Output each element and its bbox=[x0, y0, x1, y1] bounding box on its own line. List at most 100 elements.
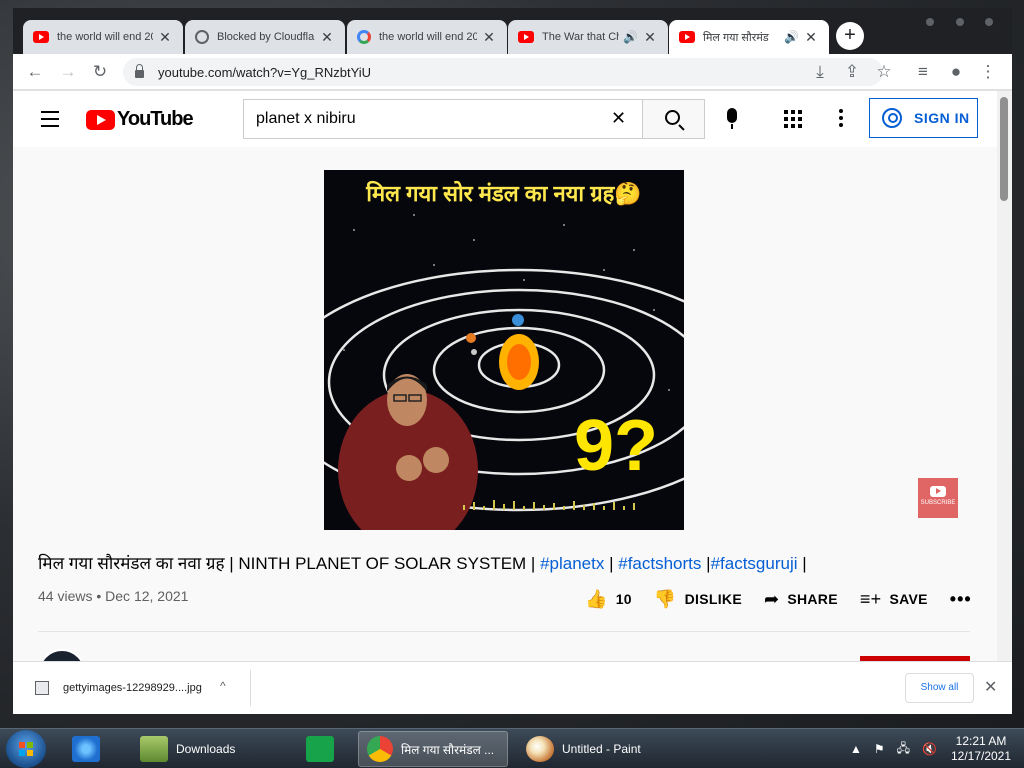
subscribe-watermark-label: SUBSCRIBE bbox=[920, 500, 956, 506]
ie-icon bbox=[72, 736, 100, 762]
address-bar[interactable]: youtube.com/watch?v=Yg_RNzbtYiU bbox=[123, 58, 883, 86]
maximize-icon[interactable] bbox=[956, 18, 964, 26]
share-arrow-icon: ➦ bbox=[763, 588, 780, 609]
volume-muted-icon[interactable]: 🔇 bbox=[922, 742, 937, 756]
thumbnail-headline: मिल गया सोर मंडल का नया ग्रह🤔 bbox=[366, 181, 642, 206]
start-button[interactable] bbox=[6, 730, 46, 768]
tab-1[interactable]: the world will end 20 ✕ bbox=[23, 20, 183, 54]
profile-icon[interactable]: ● bbox=[944, 60, 968, 84]
store-icon bbox=[306, 736, 334, 762]
forward-button[interactable]: → bbox=[56, 60, 80, 84]
taskbar-store[interactable] bbox=[298, 731, 340, 767]
network-icon[interactable]: 🖧 bbox=[897, 739, 910, 760]
show-all-button[interactable]: Show all bbox=[905, 673, 974, 703]
title-separator: | bbox=[609, 554, 614, 573]
youtube-icon bbox=[518, 31, 534, 43]
taskbar-chrome[interactable]: मिल गया सौरमंडल ... bbox=[358, 731, 508, 767]
like-count: 10 bbox=[615, 591, 632, 607]
subscribe-watermark[interactable]: SUBSCRIBE bbox=[918, 478, 958, 518]
close-tab-icon[interactable]: ✕ bbox=[481, 29, 497, 46]
minimize-icon[interactable] bbox=[926, 18, 934, 26]
close-window-icon[interactable] bbox=[985, 18, 993, 26]
show-hidden-icons-icon[interactable]: ▲ bbox=[850, 742, 862, 756]
star-icon[interactable]: ☆ bbox=[872, 60, 896, 84]
chrome-icon bbox=[367, 736, 393, 762]
action-center-flag-icon[interactable]: ⚑ bbox=[874, 742, 885, 756]
back-button[interactable]: ← bbox=[23, 60, 47, 84]
chrome-window: the world will end 20 ✕ Blocked by Cloud… bbox=[13, 8, 1012, 714]
reload-button[interactable]: ↻ bbox=[88, 60, 112, 84]
save-button[interactable]: ≡+ SAVE bbox=[860, 589, 928, 610]
video-meta: 44 views • Dec 12, 2021 bbox=[38, 588, 188, 604]
divider bbox=[38, 631, 970, 632]
taskbar-paint[interactable]: Untitled - Paint bbox=[518, 731, 668, 767]
clear-search-icon[interactable]: ✕ bbox=[611, 108, 626, 129]
share-button[interactable]: ➦ SHARE bbox=[764, 589, 838, 610]
tab-title: the world will end 20 bbox=[57, 31, 153, 43]
clock-date: 12/17/2021 bbox=[950, 749, 1012, 763]
taskbar-ie[interactable] bbox=[64, 731, 116, 767]
hashtag-link[interactable]: #factshorts bbox=[618, 554, 701, 573]
channel-avatar[interactable] bbox=[38, 649, 86, 661]
tab-2[interactable]: Blocked by Cloudflare ✕ bbox=[185, 20, 345, 54]
tab-3[interactable]: the world will end 20 ✕ bbox=[347, 20, 507, 54]
tab-title: The War that Ch bbox=[542, 31, 620, 43]
speaker-icon[interactable]: 🔊 bbox=[784, 30, 799, 44]
globe-icon bbox=[195, 30, 209, 44]
taskbar-label: मिल गया सौरमंडल ... bbox=[401, 742, 495, 757]
scrollbar-thumb[interactable] bbox=[1000, 97, 1008, 201]
lock-icon bbox=[135, 64, 144, 78]
close-tab-icon[interactable]: ✕ bbox=[157, 29, 173, 46]
youtube-page: YouTube planet x nibiru ✕ SIGN IN 9? मिल… bbox=[13, 91, 1012, 661]
view-count: 44 views bbox=[38, 588, 93, 604]
search-input[interactable]: planet x nibiru bbox=[243, 99, 642, 139]
youtube-logo[interactable]: YouTube bbox=[86, 108, 194, 131]
new-tab-button[interactable]: + bbox=[836, 22, 864, 50]
search-button[interactable] bbox=[642, 99, 705, 139]
account-icon bbox=[882, 108, 902, 128]
page-scrollbar[interactable] bbox=[997, 91, 1012, 661]
youtube-header: YouTube planet x nibiru ✕ SIGN IN bbox=[13, 91, 997, 147]
clock-time: 12:21 AM bbox=[955, 734, 1007, 748]
close-icon[interactable]: ✕ bbox=[984, 677, 997, 697]
video-thumbnail-art: 9? bbox=[324, 214, 684, 530]
thumbnail-number: 9? bbox=[574, 406, 658, 486]
chevron-up-icon[interactable]: ^ bbox=[220, 679, 226, 693]
system-clock[interactable]: 12:21 AM 12/17/2021 bbox=[946, 734, 1016, 764]
more-actions-icon[interactable]: ••• bbox=[950, 589, 972, 610]
youtube-wordmark: YouTube bbox=[117, 108, 194, 130]
apps-grid-icon[interactable] bbox=[784, 110, 802, 128]
sign-in-label: SIGN IN bbox=[914, 110, 970, 126]
upload-date: Dec 12, 2021 bbox=[105, 588, 189, 604]
microphone-icon[interactable] bbox=[727, 108, 737, 129]
media-icon[interactable]: ≡ bbox=[911, 60, 935, 84]
close-tab-icon[interactable]: ✕ bbox=[319, 29, 335, 46]
video-title: मिल गया सौरमंडल का नवा ग्रह | NINTH PLAN… bbox=[38, 551, 988, 574]
menu-icon[interactable]: ⋮ bbox=[976, 60, 1000, 84]
install-icon[interactable]: ⤓ bbox=[808, 60, 832, 84]
download-filename[interactable]: gettyimages-12298929....jpg bbox=[63, 682, 202, 694]
taskbar-downloads[interactable]: Downloads bbox=[132, 731, 282, 767]
tab-5-active[interactable]: मिल गया सौरमंड 🔊 ✕ bbox=[669, 20, 829, 54]
playlist-add-icon: ≡+ bbox=[859, 588, 882, 609]
tab-4[interactable]: The War that Ch 🔊 ✕ bbox=[508, 20, 668, 54]
video-player[interactable]: 9? मिल गया सोर मंडल का नया ग्रह🤔 bbox=[324, 170, 684, 530]
dislike-label: DISLIKE bbox=[684, 591, 742, 607]
tab-title: Blocked by Cloudflare bbox=[217, 31, 315, 43]
video-title-text: मिल गया सौरमंडल का नवा ग्रह | NINTH PLAN… bbox=[38, 554, 536, 573]
image-file-icon bbox=[35, 681, 49, 695]
tab-strip: the world will end 20 ✕ Blocked by Cloud… bbox=[13, 8, 1012, 54]
close-tab-icon[interactable]: ✕ bbox=[642, 29, 658, 46]
close-tab-icon[interactable]: ✕ bbox=[803, 29, 819, 46]
sign-in-button[interactable]: SIGN IN bbox=[869, 98, 978, 138]
settings-kebab-icon[interactable] bbox=[839, 109, 843, 130]
speaker-icon[interactable]: 🔊 bbox=[623, 30, 638, 44]
title-separator: | bbox=[802, 554, 807, 573]
like-button[interactable]: 👍 10 bbox=[585, 589, 632, 610]
dislike-button[interactable]: 👎 DISLIKE bbox=[654, 589, 742, 610]
hashtag-link[interactable]: #factsguruji bbox=[711, 554, 798, 573]
hamburger-menu-icon[interactable] bbox=[41, 111, 59, 132]
windows-taskbar: Downloads मिल गया सौरमंडल ... Untitled -… bbox=[0, 728, 1024, 768]
share-icon[interactable]: ⇪ bbox=[840, 60, 864, 84]
hashtag-link[interactable]: #planetx bbox=[540, 554, 604, 573]
